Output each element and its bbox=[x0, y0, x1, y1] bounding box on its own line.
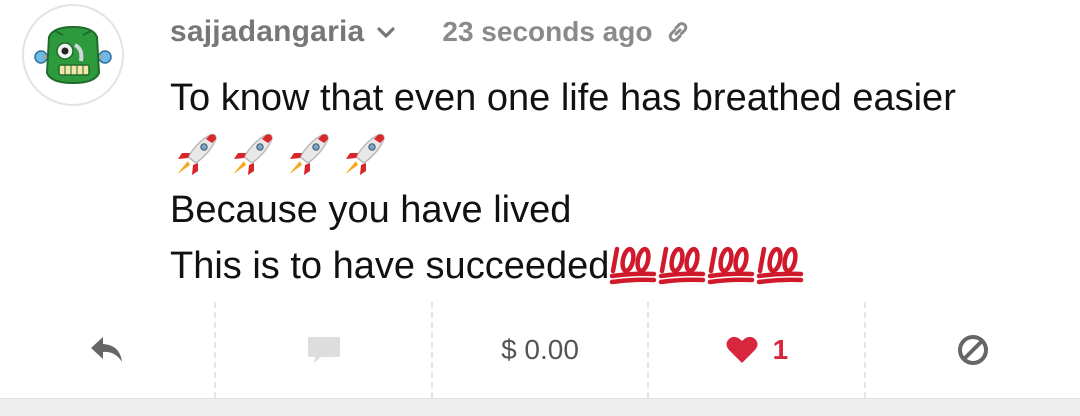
bottom-divider bbox=[0, 398, 1080, 416]
reply-button[interactable] bbox=[0, 302, 214, 398]
rocket-emoji bbox=[232, 133, 273, 175]
author-username[interactable]: sajjadangaria bbox=[170, 15, 364, 49]
avatar[interactable] bbox=[22, 4, 124, 106]
body-line-1: To know that even one life has breathed … bbox=[170, 77, 956, 119]
hundred-points-emoji bbox=[757, 246, 804, 285]
vote-button[interactable]: 1 bbox=[649, 302, 863, 398]
action-bar: $ 0.00 1 bbox=[0, 302, 1080, 398]
body-line-3: This is to have succeeded bbox=[170, 245, 610, 287]
timestamp[interactable]: 23 seconds ago bbox=[442, 16, 652, 48]
hundred-points-emoji bbox=[659, 246, 706, 285]
chevron-down-icon[interactable] bbox=[376, 26, 396, 40]
reply-icon bbox=[91, 337, 123, 362]
payout-button[interactable]: $ 0.00 bbox=[433, 302, 647, 398]
flag-button[interactable] bbox=[866, 302, 1080, 398]
rocket-emoji bbox=[344, 133, 385, 175]
comment-card: sajjadangaria 23 seconds ago To know tha… bbox=[0, 0, 1080, 416]
body-line-3-wrapper: This is to have succeeded bbox=[170, 238, 956, 294]
heart-icon bbox=[726, 336, 758, 363]
payout-value: $ 0.00 bbox=[501, 334, 579, 365]
rocket-emoji-row bbox=[170, 126, 956, 182]
comment-body: To know that even one life has breathed … bbox=[170, 70, 956, 294]
hundred-points-emoji bbox=[610, 246, 657, 285]
rocket-emoji bbox=[288, 133, 329, 175]
hundred-points-emoji bbox=[708, 246, 755, 285]
comment-button[interactable] bbox=[216, 302, 430, 398]
comment-header: sajjadangaria 23 seconds ago bbox=[170, 12, 692, 52]
rocket-emoji bbox=[176, 133, 217, 175]
body-line-2: Because you have lived bbox=[170, 189, 572, 231]
flag-ban-icon bbox=[957, 335, 988, 365]
link-icon[interactable] bbox=[664, 18, 692, 46]
green-robot-avatar-icon bbox=[34, 25, 112, 85]
comment-icon bbox=[307, 337, 340, 363]
hundred-emoji-group bbox=[609, 241, 805, 285]
vote-count: 1 bbox=[772, 334, 789, 365]
